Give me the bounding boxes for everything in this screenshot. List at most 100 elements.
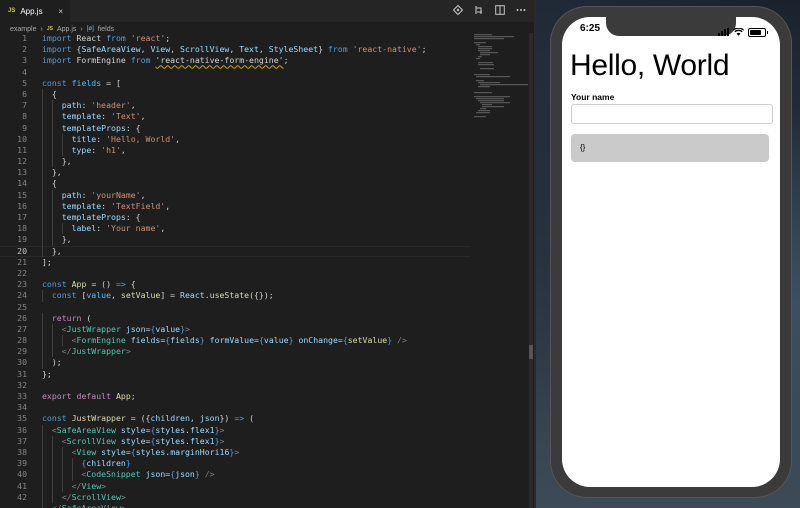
code-token: >: [234, 446, 240, 457]
code-token: },: [42, 245, 62, 256]
code-text: <ScrollView style={styles.flex1}>: [42, 435, 225, 447]
code-token: style: [101, 446, 126, 457]
tab-app-js[interactable]: JS App.js ×: [0, 0, 70, 22]
code-line[interactable]: 41 </View>: [0, 480, 470, 492]
code-text: template: 'TextField',: [42, 201, 170, 212]
code-token: };: [42, 368, 52, 379]
phone-screen: 6:25 Hello, World Your name {}: [562, 17, 780, 487]
code-line[interactable]: 2 import {SafeAreaView, View, ScrollView,…: [0, 44, 470, 55]
code-line[interactable]: 24 const [value, setValue] = React.useSt…: [0, 290, 470, 302]
code-token: CodeSnippet: [86, 469, 141, 480]
code-token: styles: [135, 446, 166, 457]
code-text: };: [42, 369, 52, 380]
code-line[interactable]: 1 import React from 'react';: [0, 33, 470, 44]
code-line[interactable]: 9 templateProps: {: [0, 122, 470, 134]
line-number: 21: [17, 256, 27, 267]
breadcrumb-file[interactable]: App.js: [57, 26, 76, 33]
line-number: 17: [17, 212, 27, 222]
code-line[interactable]: 18 label: 'Your name',: [0, 223, 470, 235]
breadcrumb-folder[interactable]: example: [10, 26, 36, 33]
code-token: ,: [140, 44, 151, 55]
code-token: <: [42, 435, 67, 446]
code-token: </: [42, 480, 82, 491]
tab-label: App.js: [20, 6, 43, 16]
code-line[interactable]: 30 );: [0, 357, 470, 369]
code-token: (: [244, 413, 255, 424]
code-token: ;: [283, 55, 289, 66]
code-line[interactable]: 23 const App = () => {: [0, 279, 470, 290]
code-line[interactable]: 39 {children}: [0, 458, 470, 470]
code-token: 'Your name': [106, 223, 161, 234]
code-line[interactable]: 21];: [0, 257, 470, 268]
javascript-file-icon: JS: [46, 26, 53, 32]
code-token: : {: [125, 212, 141, 222]
code-text: const fields = [: [42, 78, 121, 89]
minimap[interactable]: [472, 33, 528, 118]
code-line[interactable]: 36 <SafeAreaView style={styles.flex1}>: [0, 424, 470, 436]
code-line[interactable]: 34: [0, 402, 470, 413]
code-line[interactable]: 19 },: [0, 234, 470, 246]
code-token: SafeAreaView: [81, 44, 141, 55]
split-editor-icon[interactable]: [495, 5, 505, 17]
scrollbar-thumb[interactable]: [529, 345, 533, 359]
code-line[interactable]: 26 return (: [0, 312, 470, 324]
code-line[interactable]: 7 path: 'header',: [0, 100, 470, 112]
code-token: SafeAreaView: [61, 502, 121, 508]
code-line[interactable]: 14 {: [0, 178, 470, 190]
code-line[interactable]: 3 import FormEngine from 'react-native-fo…: [0, 55, 470, 66]
code-line[interactable]: 33 export default App;: [0, 391, 470, 402]
code-line[interactable]: 20 },: [0, 245, 470, 257]
editor-tab-bar: JS App.js ×: [0, 0, 536, 22]
code-line[interactable]: 13 },: [0, 167, 470, 179]
code-line[interactable]: 11 type: 'h1',: [0, 144, 470, 157]
code-line[interactable]: 29 </JustWrapper>: [0, 346, 470, 358]
code-token: :: [81, 189, 92, 200]
vertical-scrollbar[interactable]: [529, 33, 533, 508]
code-token: ,: [170, 44, 181, 55]
code-line[interactable]: 42 </ScrollView>: [0, 491, 470, 503]
code-line[interactable]: 22: [0, 268, 470, 279]
code-line[interactable]: 38 <View style={styles.marginHori16}>: [0, 446, 470, 459]
code-line[interactable]: 25: [0, 302, 470, 313]
code-token: styles: [155, 424, 185, 435]
code-token: ,: [258, 44, 269, 55]
more-actions-icon[interactable]: [516, 5, 526, 17]
code-line[interactable]: 17 templateProps: {: [0, 212, 470, 224]
code-line[interactable]: 31};: [0, 369, 470, 380]
breadcrumb-symbol[interactable]: fields: [98, 26, 114, 33]
code-text: const App = () => {: [42, 279, 136, 290]
code-line[interactable]: 27 <JustWrapper json={value}>: [0, 323, 470, 336]
code-token: export: [42, 391, 72, 401]
source-control-icon[interactable]: [452, 4, 464, 17]
code-line[interactable]: 35 const JustWrapper = ({children, json})…: [0, 413, 470, 424]
code-token: JustWrapper: [66, 323, 121, 334]
code-token: {: [125, 279, 136, 290]
compare-icon[interactable]: [474, 5, 484, 17]
chevron-right-icon: ›: [40, 25, 43, 33]
code-area[interactable]: 1 import React from 'react'; 2 import {Safe…: [0, 33, 470, 508]
code-line[interactable]: 8 template: 'Text',: [0, 111, 470, 123]
code-text: import FormEngine from 'react-native-for…: [42, 55, 289, 66]
code-text: title: 'Hello, World',: [42, 134, 180, 145]
code-line[interactable]: 16 template: 'TextField',: [0, 200, 470, 212]
code-text: );: [42, 357, 62, 368]
code-line[interactable]: 5 const fields = [: [0, 78, 470, 89]
code-line[interactable]: 6 {: [0, 88, 470, 101]
code-line[interactable]: 28 <FormEngine fields={fields} formValue…: [0, 335, 470, 347]
your-name-input[interactable]: [571, 104, 773, 124]
code-line[interactable]: </SafeAreaView>: [0, 502, 470, 508]
code-line[interactable]: 10 title: 'Hello, World',: [0, 133, 470, 145]
line-number: 10: [17, 133, 27, 144]
code-line[interactable]: 15 path: 'yourName',: [0, 189, 470, 201]
code-line[interactable]: 32: [0, 380, 470, 391]
code-token: View: [76, 446, 97, 457]
code-token: :: [96, 223, 107, 234]
code-line[interactable]: 37 <ScrollView style={styles.flex1}>: [0, 435, 470, 447]
line-number: 42: [17, 491, 27, 502]
close-icon[interactable]: ×: [58, 7, 63, 16]
code-line[interactable]: 4: [0, 67, 470, 78]
code-line[interactable]: 40 <CodeSnippet json={json} />: [0, 469, 470, 481]
code-token: ,: [130, 100, 136, 111]
code-line[interactable]: 12 },: [0, 156, 470, 168]
code-token: const: [42, 279, 67, 290]
